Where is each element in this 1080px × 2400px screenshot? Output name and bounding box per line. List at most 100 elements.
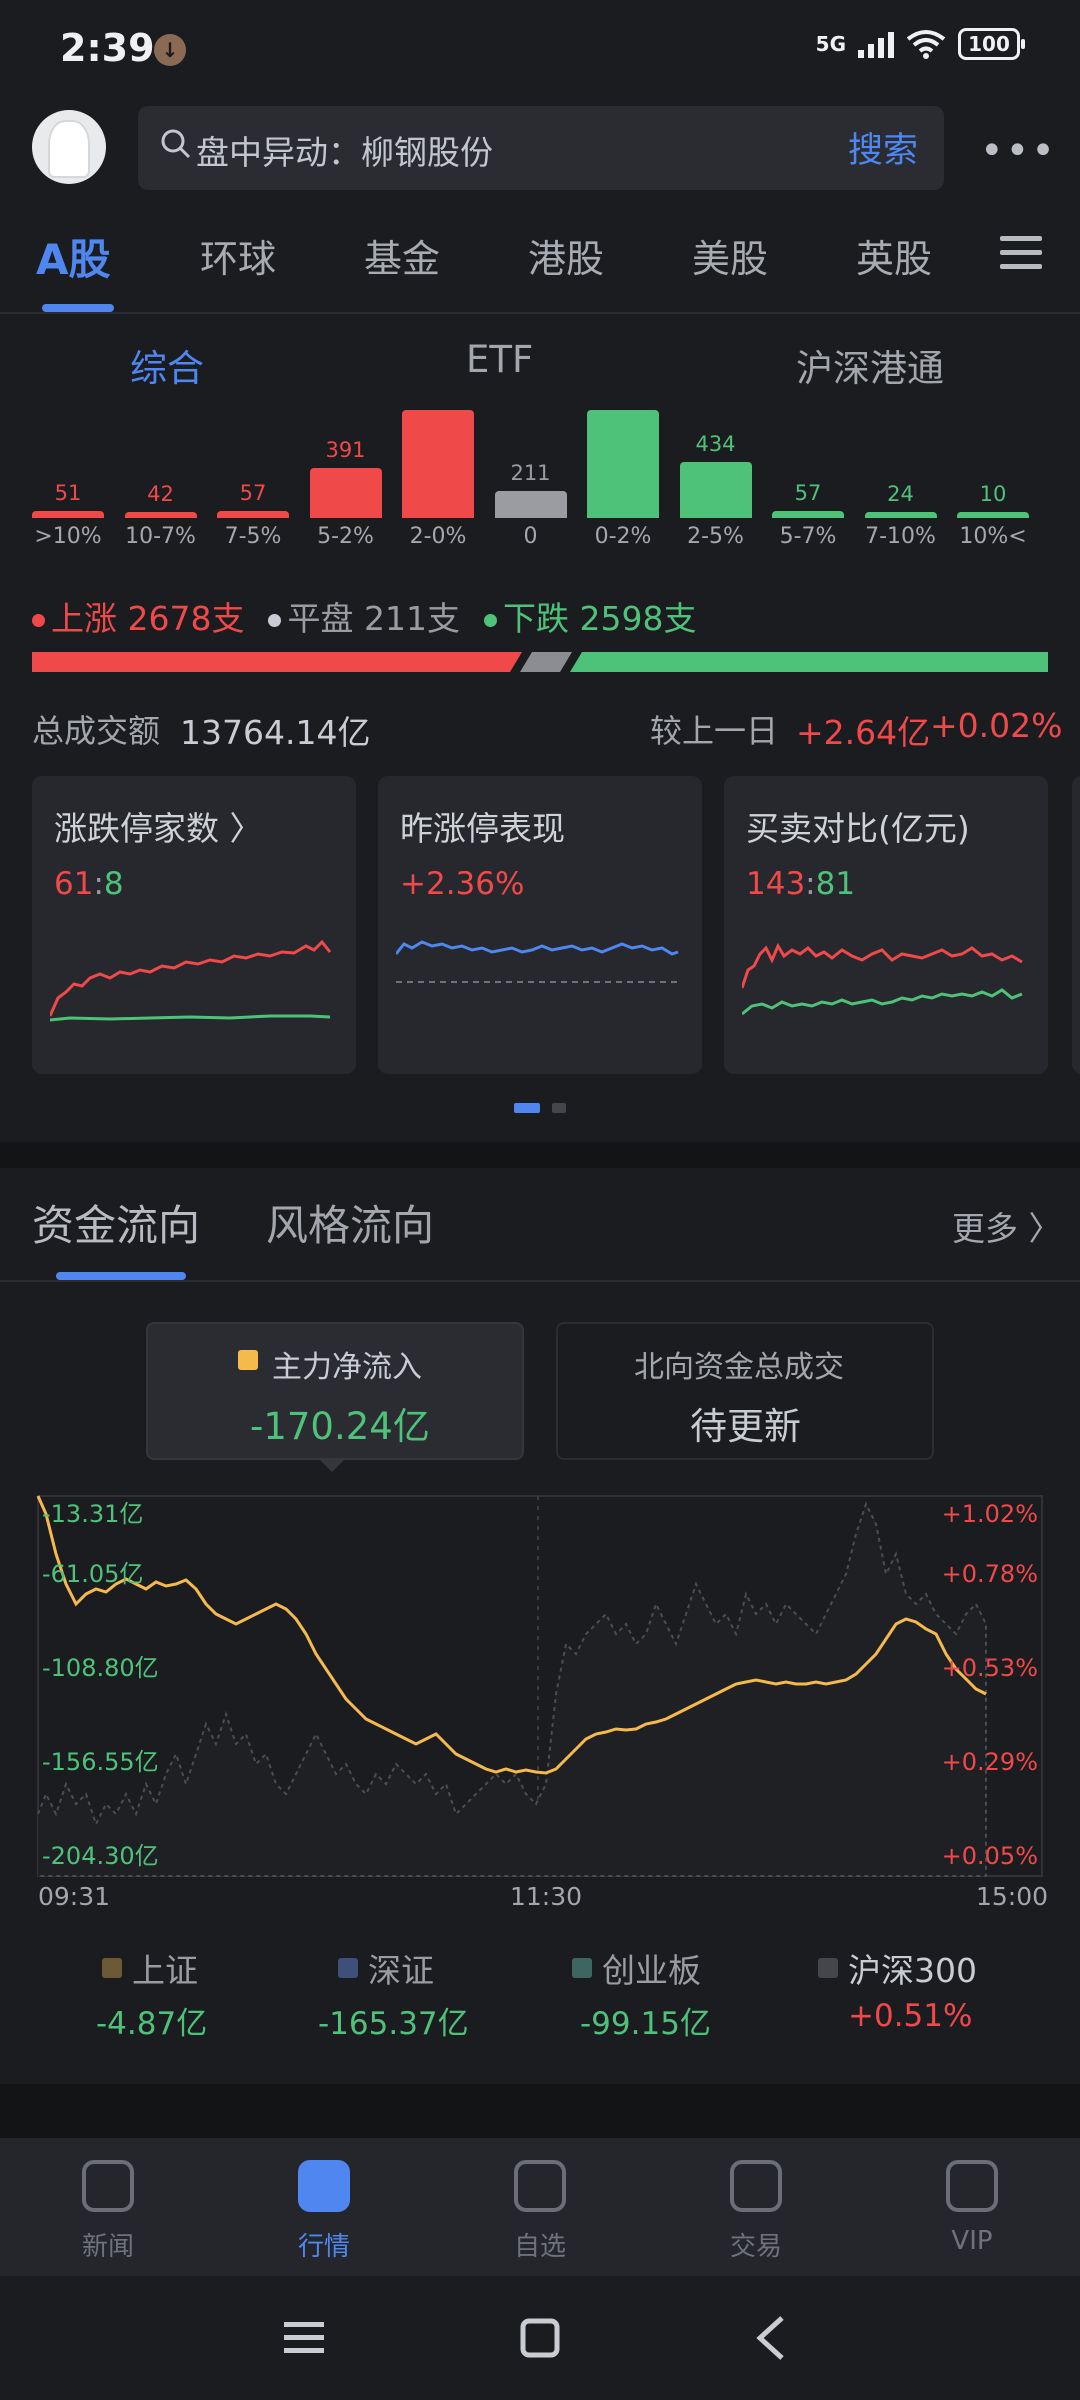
tab-uk[interactable]: 英股 — [856, 228, 932, 283]
dist-bar — [217, 510, 289, 518]
wifi-icon — [906, 30, 946, 59]
y-label-right: +0.05% — [942, 1842, 1038, 1870]
down-count: 下跌 2598支 — [483, 592, 696, 640]
sparkline — [742, 942, 1023, 1016]
exchange-icon — [730, 2160, 782, 2212]
flow-chart: -13.31亿 -61.05亿 -108.80亿 -156.55亿 -204.3… — [36, 1495, 1043, 1877]
pager-dot — [552, 1103, 566, 1113]
dist-column: 0-2% — [585, 400, 661, 560]
subtab-connect[interactable]: 沪深港通 — [796, 338, 944, 392]
tab-capital-flow[interactable]: 资金流向 — [32, 1192, 200, 1253]
card-title: 涨跌停家数 〉 — [54, 809, 263, 848]
status-time: 2:39 — [60, 26, 155, 70]
nav-label: 交易 — [729, 2232, 782, 2262]
dist-label: >10% — [34, 524, 102, 549]
limit-updown-card[interactable]: 涨跌停家数 〉 61:8 — [32, 776, 356, 1074]
dist-label: 0 — [523, 524, 538, 549]
legend-swatch — [238, 1350, 258, 1370]
dist-column: 24 7-10% — [863, 400, 939, 560]
chart-icon — [298, 2160, 350, 2212]
dist-bar — [957, 512, 1029, 518]
dist-value: 211 — [510, 460, 551, 485]
dist-value: 391 — [325, 437, 366, 462]
more-icon[interactable]: ••• — [980, 128, 1057, 174]
divider — [0, 1280, 1080, 1282]
download-icon: ↓ — [154, 34, 186, 66]
advance-decline-counts: 上涨 2678支 平盘 211支 下跌 2598支 — [32, 592, 696, 640]
compare-amount: +2.64亿 — [796, 713, 931, 752]
compare-percent: +0.02% — [930, 706, 1063, 745]
tab-global[interactable]: 环球 — [200, 228, 276, 283]
y-label-right: +1.02% — [942, 1500, 1038, 1528]
dist-label: 10%< — [959, 524, 1027, 549]
home-icon[interactable] — [520, 2318, 560, 2358]
recents-icon[interactable] — [284, 2320, 324, 2356]
legend-value: -4.87亿 — [96, 2006, 208, 2042]
tab-a-shares[interactable]: A股 — [36, 226, 111, 287]
tab-indicator — [56, 1272, 186, 1280]
news-icon — [82, 2160, 134, 2212]
y-label-left: -13.31亿 — [42, 1500, 143, 1528]
nav-trade[interactable]: 交易 — [696, 2160, 816, 2263]
dist-value: 42 — [147, 482, 174, 506]
nav-label: VIP — [951, 2226, 993, 2256]
dist-value: 57 — [794, 480, 822, 505]
nav-news[interactable]: 新闻 — [48, 2160, 168, 2263]
search-icon — [161, 129, 191, 159]
menu-icon[interactable] — [1000, 236, 1042, 272]
back-icon[interactable] — [756, 2316, 786, 2360]
buy-sell-card[interactable]: 买卖对比(亿元) 143:81 — [724, 776, 1048, 1074]
dist-bar — [124, 512, 197, 518]
dist-bar — [402, 410, 474, 518]
avatar[interactable] — [32, 110, 106, 184]
card-peek — [1072, 776, 1080, 1074]
dist-bar — [864, 512, 937, 518]
legend-csi300[interactable]: 沪深300 — [818, 1944, 977, 1992]
more-link[interactable]: 更多 〉 — [952, 1202, 1062, 1250]
main-inflow-value: -170.24亿 — [250, 1405, 430, 1448]
y-label-right: +0.29% — [942, 1748, 1038, 1776]
dist-label: 7-10% — [865, 524, 936, 549]
nav-vip[interactable]: VIP — [912, 2160, 1032, 2256]
search-placeholder: 盘中异动：柳钢股份 — [196, 133, 493, 172]
subtab-etf[interactable]: ETF — [466, 338, 533, 381]
ratio-bar — [32, 652, 1048, 672]
tab-funds[interactable]: 基金 — [364, 228, 440, 283]
dist-value: 434 — [695, 432, 736, 456]
section-separator — [0, 2084, 1080, 2138]
dist-column: 10 10%< — [955, 400, 1031, 560]
dist-bar — [772, 510, 844, 518]
northbound-label: 北向资金总成交 — [634, 1350, 844, 1385]
legend-shanghai[interactable]: 上证 — [102, 1944, 198, 1992]
tab-style-flow[interactable]: 风格流向 — [266, 1192, 434, 1253]
main-inflow-label: 主力净流入 — [272, 1350, 422, 1385]
battery-icon: 100 — [958, 28, 1025, 60]
legend-chinext[interactable]: 创业板 — [572, 1944, 701, 1992]
legend-value: -165.37亿 — [318, 2006, 469, 2042]
subtab-overview[interactable]: 综合 — [130, 338, 204, 392]
x-label-start: 09:31 — [38, 1882, 111, 1911]
dist-column: 57 5-7% — [770, 400, 846, 560]
legend-shenzhen[interactable]: 深证 — [338, 1944, 434, 1992]
nav-label: 新闻 — [81, 2232, 134, 2262]
dist-column: 57 7-5% — [215, 400, 291, 560]
system-nav — [0, 2276, 1080, 2400]
dist-column: 2-0% — [400, 400, 476, 560]
yesterday-limitup-card[interactable]: 昨涨停表现 +2.36% — [378, 776, 702, 1074]
nav-label: 行情 — [297, 2232, 350, 2262]
y-label-right: +0.78% — [942, 1560, 1038, 1588]
turnover-label: 总成交额 — [32, 712, 161, 750]
dist-label: 5-7% — [779, 524, 837, 549]
nav-watchlist[interactable]: 自选 — [480, 2160, 600, 2263]
tab-us[interactable]: 美股 — [692, 228, 768, 283]
dist-column: 51 >10% — [30, 400, 106, 560]
nav-market[interactable]: 行情 — [264, 2160, 384, 2263]
tab-indicator — [42, 304, 114, 312]
tab-hk[interactable]: 港股 — [528, 228, 604, 283]
search-button[interactable]: 搜索 — [848, 122, 918, 173]
section-separator — [0, 1142, 1080, 1168]
sparkline — [50, 939, 332, 1022]
dist-bar — [679, 462, 752, 518]
dist-label: 7-5% — [224, 524, 282, 549]
network-label: 5G — [815, 32, 846, 56]
